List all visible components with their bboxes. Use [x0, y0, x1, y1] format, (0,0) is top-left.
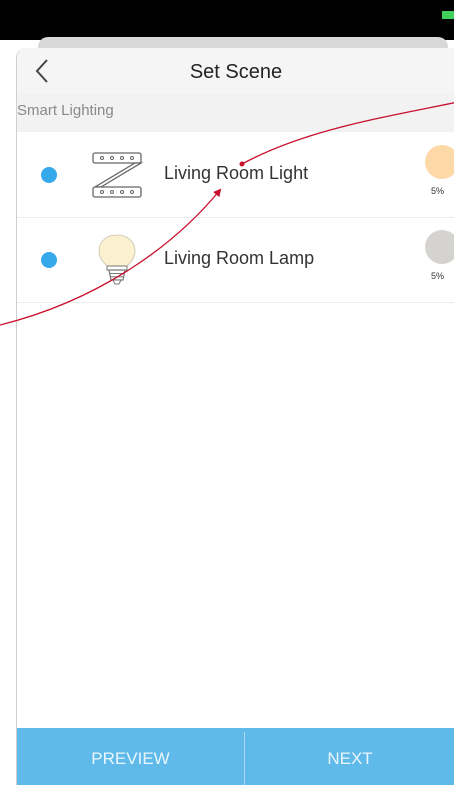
- device-row-living-room-light[interactable]: Living Room Light 5%: [17, 133, 454, 218]
- device-row-living-room-lamp[interactable]: Living Room Lamp 5%: [17, 218, 454, 303]
- color-swatch[interactable]: [425, 230, 454, 264]
- preview-button[interactable]: PREVIEW: [17, 728, 244, 785]
- light-strip-icon: [92, 152, 144, 198]
- section-header: Smart Lighting: [17, 94, 454, 132]
- next-button[interactable]: NEXT: [245, 728, 454, 785]
- page-title: Set Scene: [189, 61, 283, 83]
- bottom-action-bar: PREVIEW NEXT: [17, 728, 454, 785]
- app-screen: Set Scene Smart Lighting Living Room Lig…: [0, 0, 454, 785]
- brightness-value: 5%: [431, 186, 445, 196]
- selected-radio[interactable]: [41, 167, 57, 183]
- color-swatch[interactable]: [425, 145, 454, 179]
- bulb-icon: [98, 234, 136, 285]
- device-name: Living Room Lamp: [164, 248, 315, 268]
- battery-icon: [442, 11, 454, 19]
- brightness-value: 5%: [431, 271, 445, 281]
- navigation-bar: Set Scene: [17, 48, 454, 94]
- device-name: Living Room Light: [164, 163, 309, 183]
- status-bar: [0, 0, 454, 40]
- section-label: Smart Lighting: [17, 102, 114, 119]
- selected-radio[interactable]: [41, 252, 57, 268]
- scene-sheet: Set Scene Smart Lighting Living Room Lig…: [16, 48, 454, 785]
